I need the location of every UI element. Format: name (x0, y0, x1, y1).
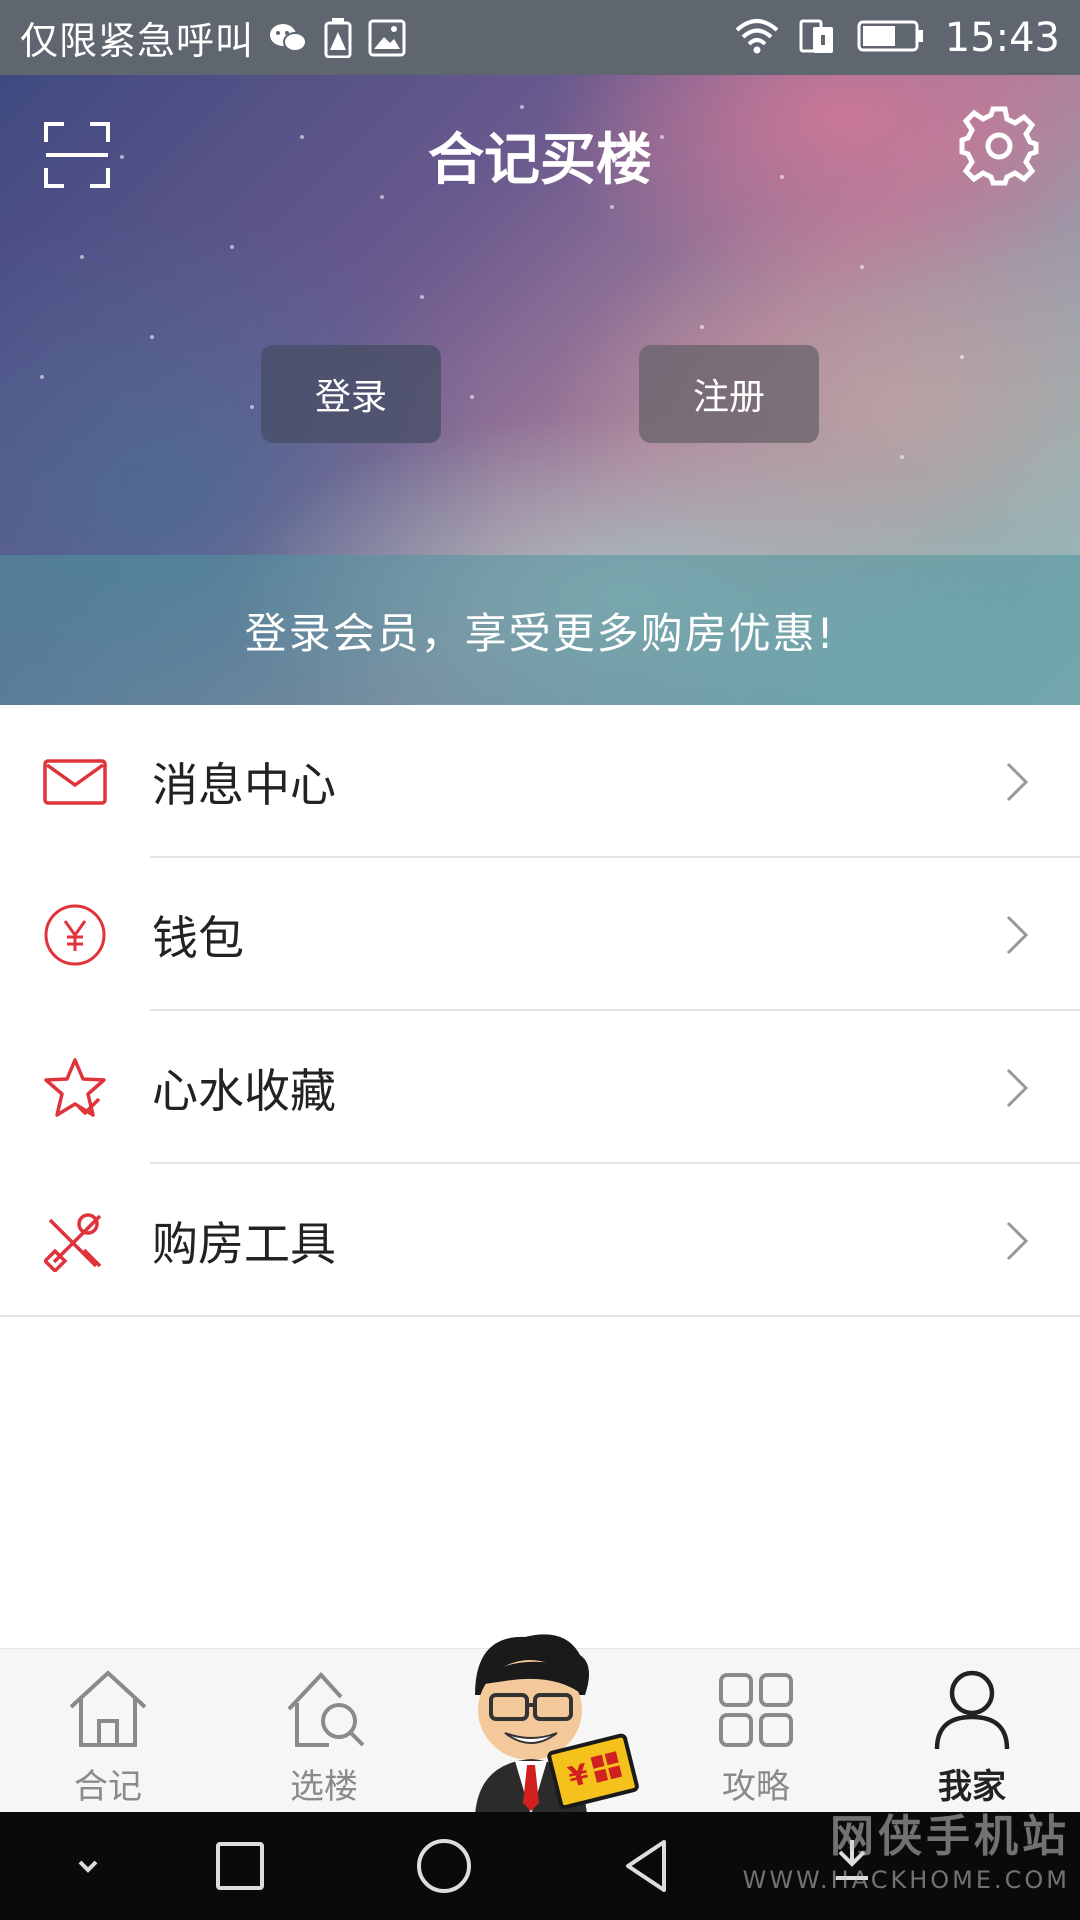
home-icon (63, 1665, 153, 1755)
carrier-text: 仅限紧急呼叫 (20, 19, 255, 63)
promo-banner: 登录会员，享受更多购房优惠! (0, 555, 1080, 705)
person-icon (927, 1665, 1017, 1755)
back-icon[interactable] (612, 1830, 684, 1902)
menu-list: 消息中心 钱包 心水收藏 购房工具 (0, 705, 1080, 1317)
watermark: 网侠手机站 WWW.HACKHOME.COM (743, 1800, 1070, 1894)
grid-icon (711, 1665, 801, 1755)
status-bar: 仅限紧急呼叫 15:43 (0, 0, 1080, 75)
house-search-icon (279, 1665, 369, 1755)
menu-item-tools[interactable]: 购房工具 (0, 1164, 1080, 1317)
menu-item-label: 购房工具 (152, 1216, 336, 1271)
tools-icon (40, 1206, 110, 1276)
profile-header: 合记买楼 登录 注册 登录会员，享受更多购房优惠! (0, 75, 1080, 705)
tab-label: 合记 (74, 1767, 142, 1807)
tab-home[interactable]: 合记 (33, 1649, 183, 1813)
wechat-icon (268, 21, 308, 55)
chevron-right-icon (1002, 1066, 1030, 1110)
divider (0, 1315, 1080, 1317)
battery-icon (857, 20, 925, 56)
menu-item-favorites[interactable]: 心水收藏 (0, 1011, 1080, 1164)
login-button[interactable]: 登录 (261, 345, 441, 443)
tab-my-home[interactable]: 我家 (897, 1649, 1047, 1813)
chevron-right-icon (1002, 1219, 1030, 1263)
mascot-icon[interactable]: ¥ (445, 1625, 645, 1815)
image-icon (368, 19, 406, 57)
menu-item-label: 钱包 (152, 910, 244, 965)
mail-icon (40, 747, 110, 817)
home-circle-icon[interactable] (408, 1830, 480, 1902)
menu-item-wallet[interactable]: 钱包 (0, 858, 1080, 1011)
tab-label: 选楼 (290, 1767, 358, 1807)
watermark-url: WWW.HACKHOME.COM (742, 1866, 1070, 1894)
yen-coin-icon (40, 900, 110, 970)
menu-item-messages[interactable]: 消息中心 (0, 705, 1080, 858)
star-check-icon (40, 1053, 110, 1123)
register-button[interactable]: 注册 (639, 345, 819, 443)
chevron-right-icon (1002, 913, 1030, 957)
watermark-title: 网侠手机站 (830, 1811, 1070, 1862)
wifi-icon (735, 18, 779, 58)
menu-item-label: 心水收藏 (152, 1063, 336, 1118)
page-title: 合记买楼 (428, 128, 652, 193)
gear-icon[interactable] (958, 105, 1040, 187)
chevron-down-icon[interactable] (52, 1830, 124, 1902)
clock: 15:43 (944, 14, 1060, 61)
tab-guide[interactable]: 攻略 (681, 1649, 831, 1813)
menu-item-label: 消息中心 (152, 757, 336, 812)
battery-warning-icon (322, 17, 354, 58)
chevron-right-icon (1002, 760, 1030, 804)
tab-select-building[interactable]: 选楼 (249, 1649, 399, 1813)
recents-icon[interactable] (204, 1830, 276, 1902)
dual-sim-icon (799, 17, 837, 59)
